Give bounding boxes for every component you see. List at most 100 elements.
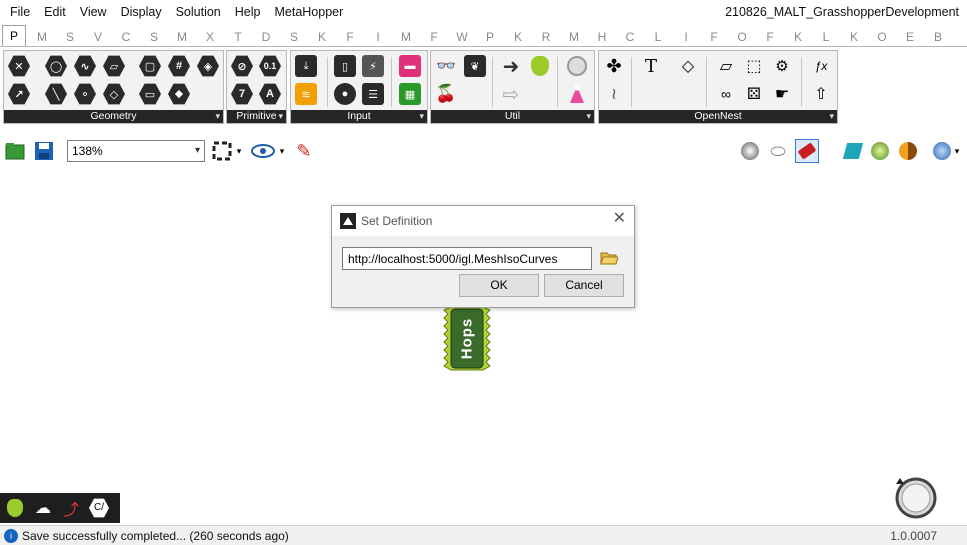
toggle-button[interactable]: ▯ xyxy=(333,54,357,78)
mesh-param-button[interactable]: # xyxy=(167,54,191,78)
panel-input-label[interactable]: Input ▾ xyxy=(291,110,427,123)
tab-s2[interactable]: S xyxy=(280,27,308,47)
tab-f4[interactable]: F xyxy=(756,27,784,47)
hops-component[interactable]: Hops xyxy=(441,306,493,372)
wave-button[interactable]: ≀ xyxy=(602,82,626,106)
circles-button[interactable]: ∞ xyxy=(714,82,738,106)
render-dropdown[interactable]: ▾ xyxy=(950,139,964,163)
tab-curve[interactable]: C xyxy=(112,27,140,47)
arrow-up-button[interactable]: ⇧ xyxy=(809,82,833,106)
menu-edit[interactable]: Edit xyxy=(37,0,73,24)
browse-folder-icon[interactable] xyxy=(600,250,618,266)
cluster-button[interactable] xyxy=(565,54,589,78)
panel-geometry-label[interactable]: Geometry ▾ xyxy=(4,110,223,123)
tab-transform[interactable]: T xyxy=(224,27,252,47)
menu-display[interactable]: Display xyxy=(114,0,169,24)
sketch-button[interactable]: ✎ xyxy=(292,139,316,163)
tab-intersect[interactable]: X xyxy=(196,27,224,47)
tab-p2[interactable]: P xyxy=(476,27,504,47)
tab-i2[interactable]: I xyxy=(672,27,700,47)
close-icon[interactable]: ✕ xyxy=(613,211,626,227)
hand-button[interactable]: ☛ xyxy=(770,82,794,106)
number-param-button[interactable]: 0.1 xyxy=(258,54,282,78)
definition-url-input[interactable] xyxy=(342,247,592,270)
fx-button[interactable]: ƒx xyxy=(809,54,833,78)
dice-button[interactable]: ⚄ xyxy=(742,82,766,106)
tab-f[interactable]: F xyxy=(336,27,364,47)
tab-o2[interactable]: O xyxy=(868,27,896,47)
geometry-param-button[interactable]: ✕ xyxy=(7,54,31,78)
button-object-button[interactable]: ● xyxy=(333,82,357,106)
tab-i[interactable]: I xyxy=(364,27,392,47)
menu-view[interactable]: View xyxy=(73,0,114,24)
line-param-button[interactable]: ╲ xyxy=(44,82,68,106)
slider-button[interactable]: ⚡ xyxy=(361,54,385,78)
point-param-button[interactable]: ⚬ xyxy=(73,82,97,106)
preview-wire-button[interactable] xyxy=(738,139,762,163)
hops-mini-button[interactable] xyxy=(3,496,27,520)
document-preview-button[interactable] xyxy=(841,139,865,163)
material-button[interactable] xyxy=(896,139,920,163)
tab-k2[interactable]: K xyxy=(504,27,532,47)
menu-help[interactable]: Help xyxy=(228,0,268,24)
text-param-button[interactable]: A xyxy=(258,82,282,106)
flask-button[interactable] xyxy=(565,82,589,106)
tab-f2[interactable]: F xyxy=(420,27,448,47)
tag-button[interactable]: ◇ xyxy=(676,54,700,78)
nest-button[interactable]: ✤ xyxy=(602,54,626,78)
menu-metahopper[interactable]: MetaHopper xyxy=(267,0,350,24)
cylinder-param-button[interactable]: ▭ xyxy=(138,82,162,106)
panel-util-label[interactable]: Util ▾ xyxy=(431,110,594,123)
hops-button[interactable] xyxy=(528,54,552,78)
script-button[interactable]: C/ xyxy=(87,496,111,520)
cancel-button[interactable]: Cancel xyxy=(544,274,624,297)
tab-m2[interactable]: M xyxy=(392,27,420,47)
tree-button[interactable]: ❦ xyxy=(463,54,487,78)
tab-k3[interactable]: K xyxy=(784,27,812,47)
tab-mesh[interactable]: M xyxy=(168,27,196,47)
ok-button[interactable]: OK xyxy=(459,274,539,297)
box-param-button[interactable]: ▢ xyxy=(138,54,162,78)
brep-param-button[interactable]: ◈ xyxy=(196,54,220,78)
save-file-button[interactable] xyxy=(32,139,56,163)
preview-dropdown[interactable]: ▾ xyxy=(275,139,289,163)
gear-shape-button[interactable]: ⚙ xyxy=(770,54,794,78)
panel-opennest-label[interactable]: OpenNest ▾ xyxy=(599,110,837,123)
canvas-navigation-widget[interactable] xyxy=(890,474,940,520)
sheet-button[interactable]: ▱ xyxy=(714,54,738,78)
tab-params[interactable]: P xyxy=(2,25,26,47)
arrow-outline-button[interactable]: ⇨ xyxy=(499,82,523,106)
text-tool-button[interactable]: T xyxy=(639,54,663,78)
preview-selected-button[interactable] xyxy=(795,139,819,163)
panel-primitive-label[interactable]: Primitive ▾ xyxy=(227,110,286,123)
gradient-button[interactable]: ▬ xyxy=(398,54,422,78)
mesh-quality-button[interactable] xyxy=(868,139,892,163)
preview-button[interactable] xyxy=(251,139,275,163)
curve-param-button[interactable]: ∿ xyxy=(73,54,97,78)
panel-input-button[interactable]: ⤓ xyxy=(294,54,318,78)
graph-mapper-button[interactable]: ≋ xyxy=(294,82,318,106)
tab-o[interactable]: O xyxy=(728,27,756,47)
tab-sets[interactable]: S xyxy=(56,27,84,47)
tab-surface[interactable]: S xyxy=(140,27,168,47)
tab-e[interactable]: E xyxy=(896,27,924,47)
tab-w[interactable]: W xyxy=(448,27,476,47)
cherry-button[interactable]: 🍒 xyxy=(434,82,458,106)
tab-r[interactable]: R xyxy=(532,27,560,47)
integer-param-button[interactable]: 7 xyxy=(230,82,254,106)
cube-button[interactable]: ⬚ xyxy=(742,54,766,78)
tab-f3[interactable]: F xyxy=(700,27,728,47)
tab-b[interactable]: B xyxy=(924,27,952,47)
value-list-button[interactable]: ☰ xyxy=(361,82,385,106)
arrow-right-button[interactable]: ➜ xyxy=(499,54,523,78)
tab-m3[interactable]: M xyxy=(560,27,588,47)
menu-solution[interactable]: Solution xyxy=(169,0,228,24)
zoom-extents-button[interactable] xyxy=(210,139,234,163)
tab-k4[interactable]: K xyxy=(840,27,868,47)
swatch-button[interactable]: ▦ xyxy=(398,82,422,106)
field-param-button[interactable]: ⬥ xyxy=(167,82,191,106)
boolean-param-button[interactable]: ⊘ xyxy=(230,54,254,78)
circle-param-button[interactable]: ◯ xyxy=(44,54,68,78)
tab-c2[interactable]: C xyxy=(616,27,644,47)
zoom-select[interactable]: 138% ▾ xyxy=(67,140,205,162)
